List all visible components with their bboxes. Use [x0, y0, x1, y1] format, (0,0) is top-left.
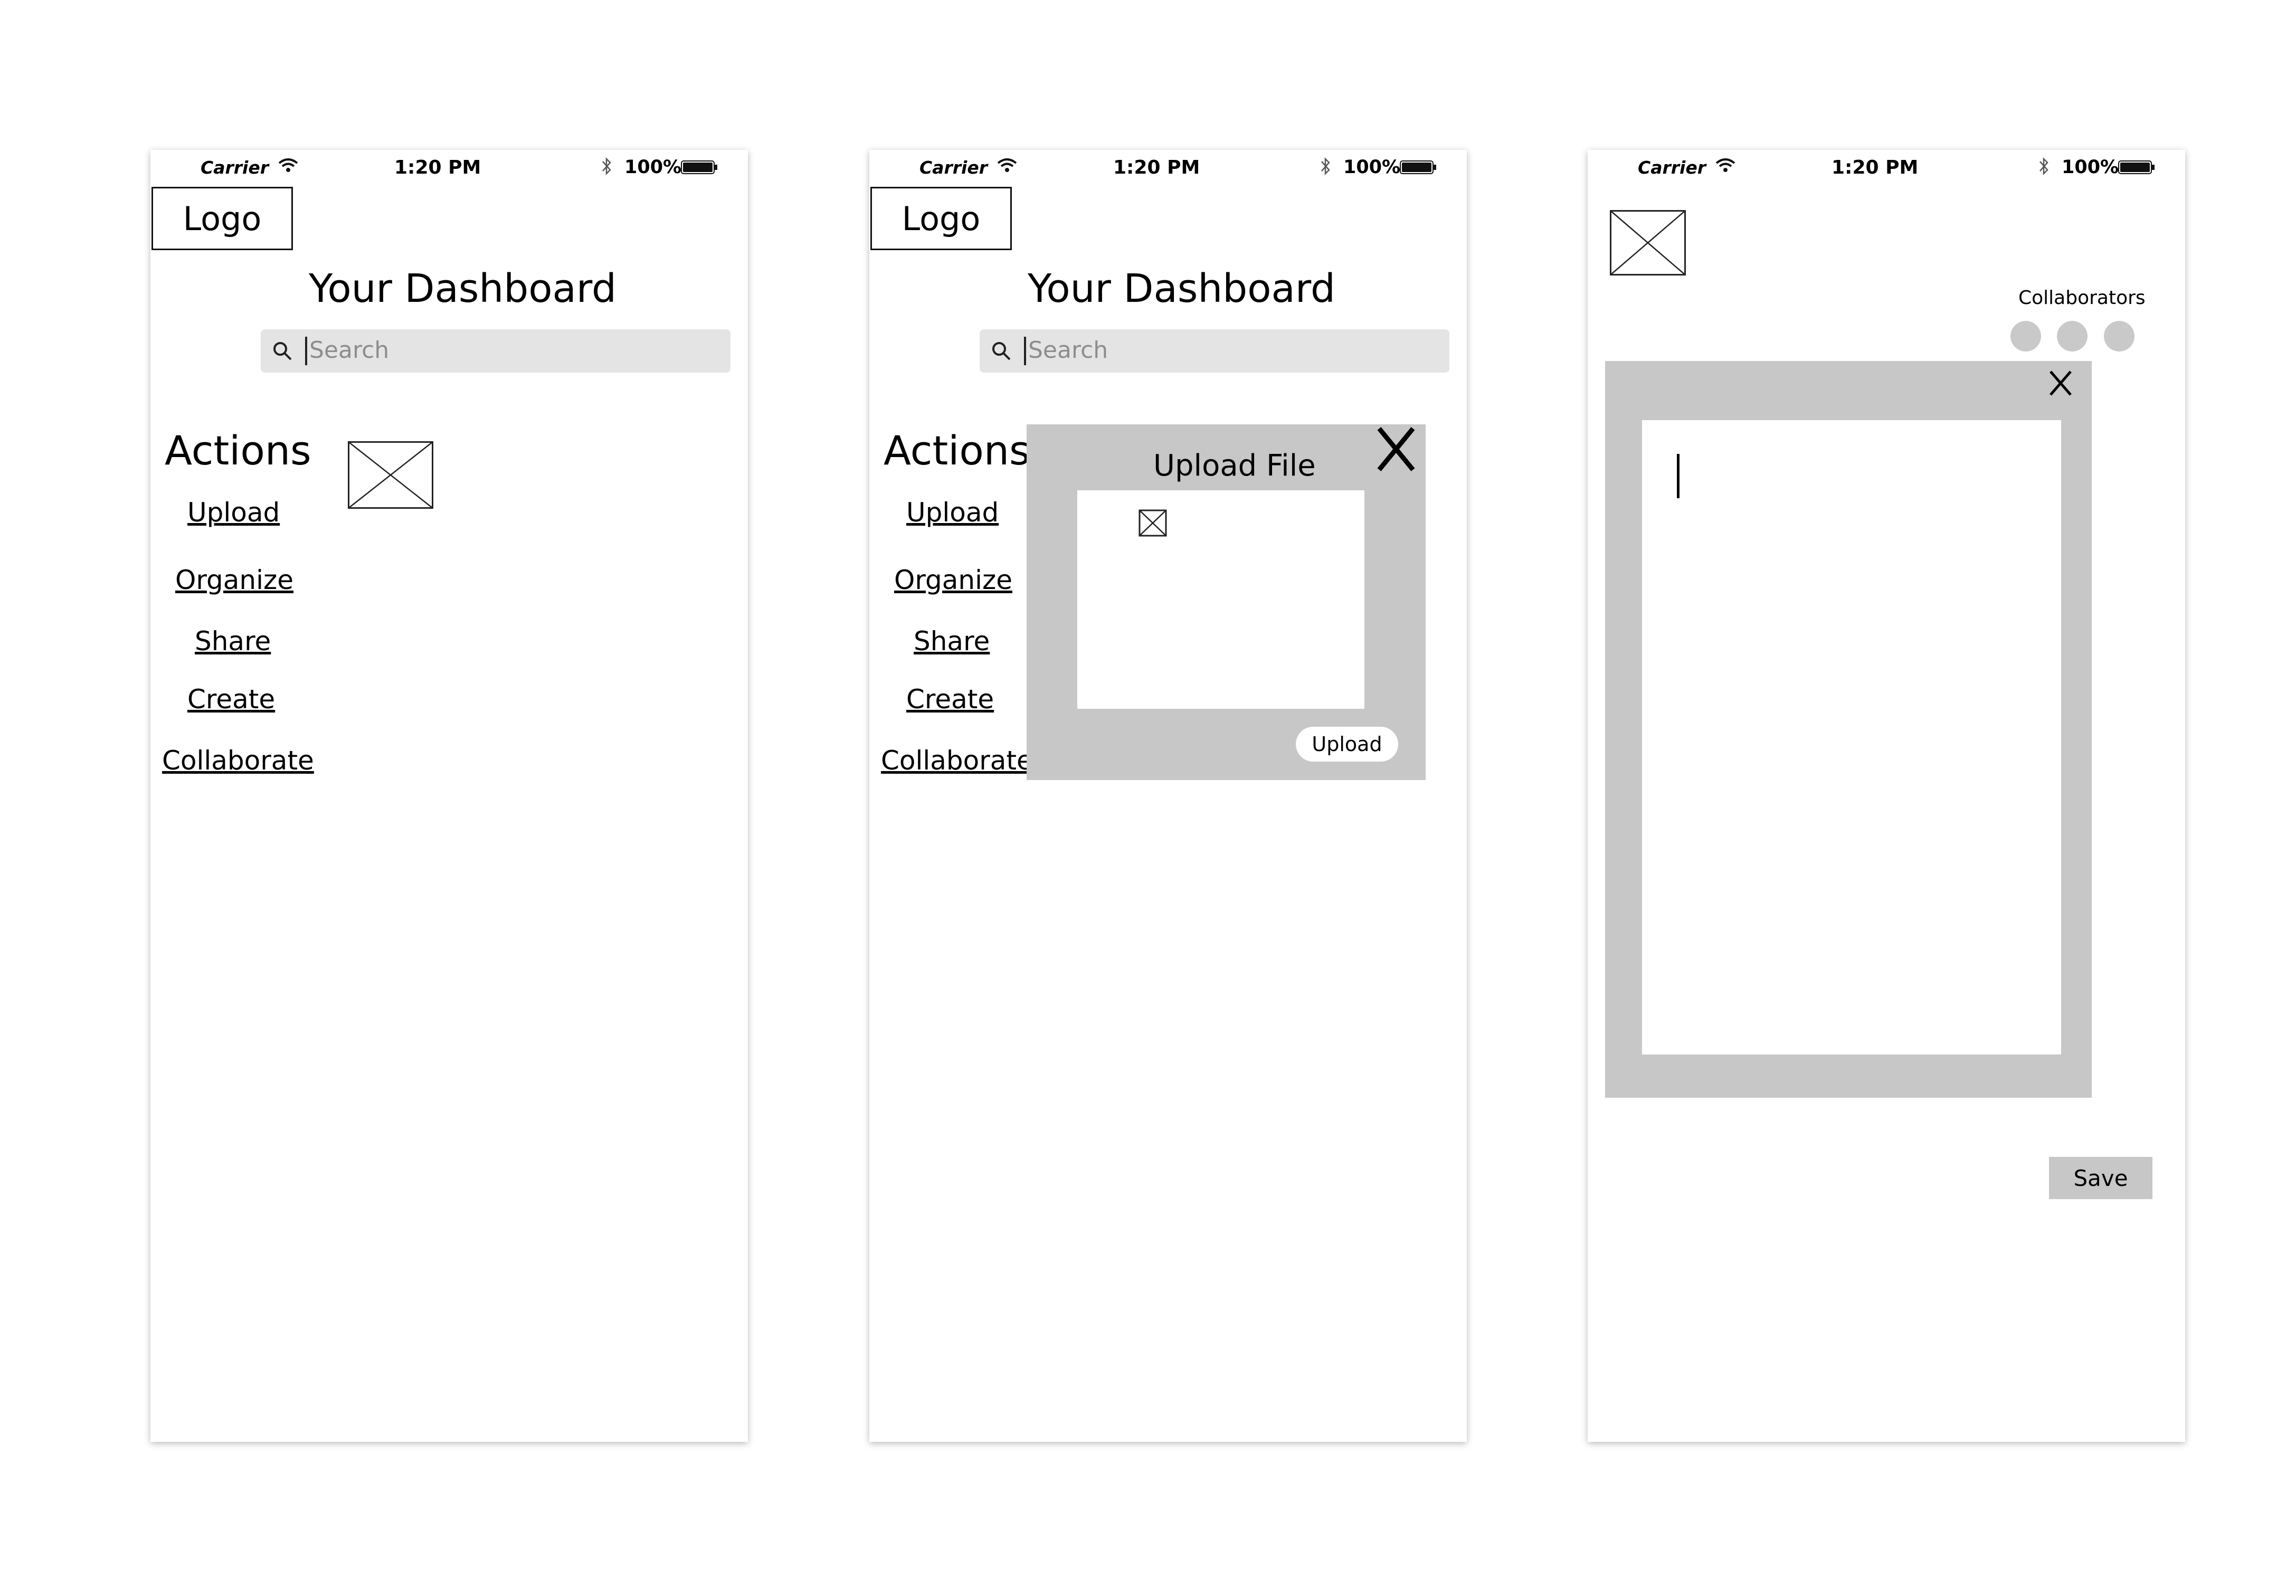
document-editor-panel	[1605, 361, 2092, 1098]
search-placeholder: Search	[1028, 337, 1108, 364]
status-bar: Carrier 1:20 PM 100%	[1588, 150, 2185, 179]
modal-title: Upload File	[1153, 449, 1316, 483]
image-placeholder-icon[interactable]	[1610, 210, 1686, 276]
page-title: Your Dashboard	[309, 266, 616, 311]
text-caret	[1024, 337, 1026, 365]
collaborator-avatar[interactable]	[2010, 321, 2041, 352]
wifi-icon	[1715, 158, 1735, 172]
actions-heading: Actions	[165, 427, 311, 474]
carrier-label: Carrier	[1638, 157, 1706, 178]
text-caret	[1677, 454, 1680, 498]
battery-icon	[2118, 160, 2155, 174]
search-icon	[992, 342, 1011, 360]
bluetooth-icon	[602, 157, 611, 176]
save-button[interactable]: Save	[2049, 1157, 2152, 1199]
upload-button[interactable]: Upload	[1296, 727, 1398, 762]
close-icon[interactable]	[1375, 424, 1417, 474]
battery-percent: 100%	[624, 157, 682, 178]
search-icon	[273, 342, 292, 360]
action-link-share[interactable]: Share	[195, 626, 271, 657]
image-placeholder-icon	[1138, 509, 1167, 537]
search-input[interactable]: Search	[261, 329, 730, 373]
action-link-create[interactable]: Create	[906, 684, 994, 715]
status-time: 1:20 PM	[1113, 157, 1200, 178]
battery-icon	[1400, 160, 1436, 174]
carrier-label: Carrier	[919, 157, 988, 178]
image-placeholder-icon	[348, 441, 433, 509]
collaborator-avatar[interactable]	[2104, 321, 2134, 352]
bluetooth-icon	[2039, 157, 2048, 176]
battery-percent: 100%	[1343, 157, 1401, 178]
status-time: 1:20 PM	[394, 157, 481, 178]
document-text-area[interactable]	[1642, 420, 2061, 1054]
wifi-icon	[997, 158, 1017, 172]
phone-screen-dashboard: Carrier 1:20 PM 100% Logo Your Dashboard…	[150, 150, 748, 1442]
search-input[interactable]: Search	[980, 329, 1449, 373]
phone-screen-upload: Carrier 1:20 PM 100% Logo Your Dashboard…	[869, 150, 1467, 1442]
logo[interactable]: Logo	[870, 187, 1012, 250]
battery-percent: 100%	[2062, 157, 2119, 178]
upload-file-modal: Upload File Upload	[1027, 424, 1426, 780]
page-title: Your Dashboard	[1028, 266, 1335, 311]
bluetooth-icon	[1321, 157, 1330, 176]
status-time: 1:20 PM	[1832, 157, 1919, 178]
action-link-organize[interactable]: Organize	[175, 565, 293, 595]
action-link-collaborate[interactable]: Collaborate	[881, 745, 1033, 776]
search-placeholder: Search	[309, 337, 390, 364]
logo[interactable]: Logo	[151, 187, 293, 250]
phone-screen-editor: Carrier 1:20 PM 100% Collaborators Save	[1588, 150, 2185, 1442]
text-caret	[305, 337, 307, 365]
action-link-share[interactable]: Share	[914, 626, 990, 657]
wifi-icon	[278, 158, 298, 172]
action-link-create[interactable]: Create	[187, 684, 275, 715]
action-link-upload[interactable]: Upload	[906, 497, 999, 528]
battery-icon	[681, 160, 717, 174]
collaborator-avatar[interactable]	[2057, 321, 2088, 352]
status-bar: Carrier 1:20 PM 100%	[150, 150, 748, 179]
collaborators-label: Collaborators	[2018, 287, 2146, 309]
close-icon[interactable]	[2047, 367, 2074, 399]
action-link-upload[interactable]: Upload	[187, 497, 280, 528]
action-link-organize[interactable]: Organize	[894, 565, 1012, 595]
action-link-collaborate[interactable]: Collaborate	[162, 745, 314, 776]
file-drop-area[interactable]	[1077, 490, 1364, 709]
carrier-label: Carrier	[201, 157, 269, 178]
status-bar: Carrier 1:20 PM 100%	[869, 150, 1467, 179]
actions-heading: Actions	[884, 427, 1030, 474]
